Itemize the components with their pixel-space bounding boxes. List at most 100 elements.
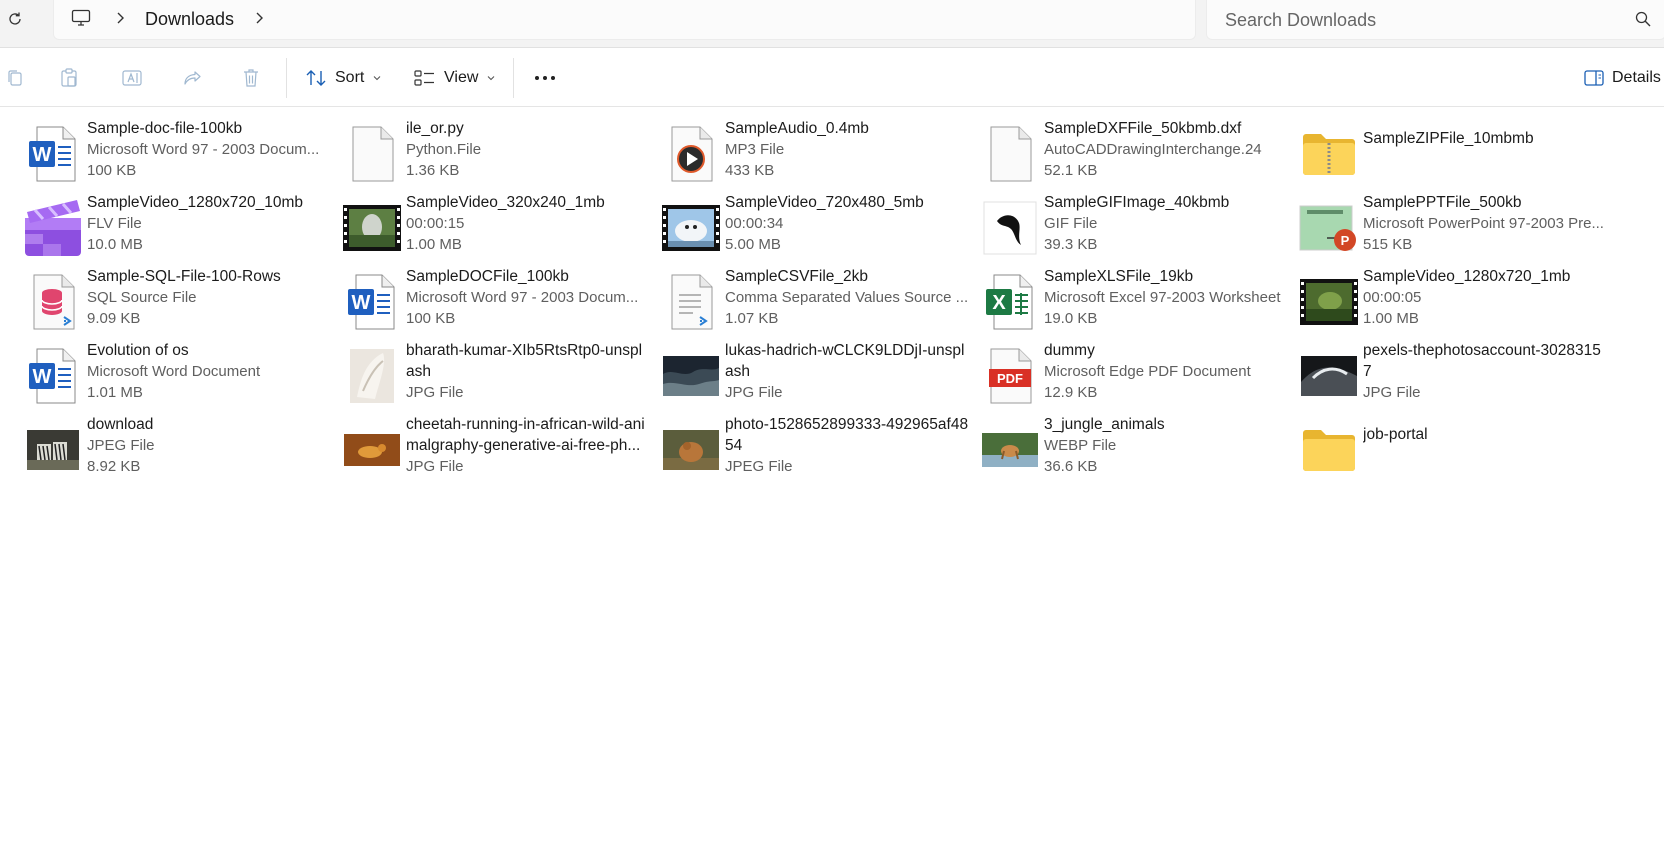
- svg-text:W: W: [33, 144, 52, 166]
- word-doc-icon: W: [21, 122, 85, 186]
- file-item[interactable]: SampleDXFFile_50kbmb.dxf AutoCADDrawingI…: [978, 118, 1296, 190]
- more-options-button[interactable]: [532, 66, 558, 90]
- file-item[interactable]: pexels-thephotosaccount-30283157 JPG Fil…: [1297, 340, 1615, 412]
- file-item[interactable]: W SampleDOCFile_100kb Microsoft Word 97 …: [340, 266, 658, 338]
- file-name: 3_jungle_animals: [1044, 416, 1165, 433]
- folder-name: SampleZIPFile_10mbmb: [1363, 130, 1534, 147]
- share-button[interactable]: [180, 66, 206, 90]
- file-size: 9.09 KB: [87, 310, 141, 327]
- file-item[interactable]: W Evolution of os Microsoft Word Documen…: [21, 340, 339, 412]
- file-item[interactable]: download JPEG File 8.92 KB: [21, 414, 339, 486]
- breadcrumb-downloads[interactable]: Downloads: [145, 9, 234, 30]
- sort-label: Sort: [335, 69, 365, 86]
- file-type: WEBP File: [1044, 437, 1117, 454]
- file-name: download: [87, 416, 154, 433]
- gif-thumbnail-icon: [978, 196, 1042, 260]
- address-bar[interactable]: Downloads: [53, 0, 1196, 40]
- file-item[interactable]: SampleCSVFile_2kb Comma Separated Values…: [659, 266, 977, 338]
- audio-file-icon: [659, 122, 723, 186]
- word-doc-icon: W: [340, 270, 404, 334]
- file-size: 12.9 KB: [1044, 384, 1098, 401]
- file-item[interactable]: SampleVideo_320x240_1mb 00:00:15 1.00 MB: [340, 192, 658, 264]
- toolbar-divider: [513, 58, 514, 98]
- file-type: GIF File: [1044, 215, 1098, 232]
- file-name: SampleVideo_1280x720_10mb: [87, 194, 304, 211]
- file-size: 1.07 KB: [725, 310, 779, 327]
- file-name: SampleDOCFile_100kb: [406, 268, 569, 285]
- file-name: dummy: [1044, 342, 1095, 359]
- chevron-right-icon[interactable]: [115, 11, 125, 30]
- file-type: FLV File: [87, 215, 142, 232]
- refresh-button[interactable]: [4, 8, 26, 30]
- delete-button[interactable]: [238, 66, 264, 90]
- file-name: photo-1528652899333-492965af4854: [725, 416, 969, 454]
- file-item[interactable]: cheetah-running-in-african-wild-animalgr…: [340, 414, 658, 486]
- file-name: SampleDXFFile_50kbmb.dxf: [1044, 120, 1242, 137]
- file-item[interactable]: P SamplePPTFile_500kb Microsoft PowerPoi…: [1297, 192, 1615, 264]
- file-type: Microsoft PowerPoint 97-2003 Pre...: [1363, 215, 1604, 232]
- refresh-icon: [9, 12, 21, 25]
- file-item[interactable]: photo-1528652899333-492965af4854 JPEG Fi…: [659, 414, 977, 486]
- file-item[interactable]: Sample-SQL-File-100-Rows SQL Source File…: [21, 266, 339, 338]
- photo-thumbnail-icon: [978, 418, 1042, 482]
- chevron-down-icon: [373, 76, 381, 81]
- file-item[interactable]: bharath-kumar-XIb5RtsRtp0-unsplash JPG F…: [340, 340, 658, 412]
- search-box[interactable]: [1206, 0, 1664, 40]
- command-bar: Sort View Details: [0, 48, 1664, 107]
- file-size: 1.00 MB: [406, 236, 462, 253]
- video-thumbnail-icon: [340, 196, 404, 260]
- this-pc-icon[interactable]: [71, 9, 91, 32]
- zip-folder-icon: [1297, 122, 1361, 186]
- file-item[interactable]: SampleVideo_1280x720_1mb 00:00:05 1.00 M…: [1297, 266, 1615, 338]
- file-type: Comma Separated Values Source ...: [725, 289, 969, 306]
- file-item[interactable]: SampleGIFImage_40kbmb GIF File 39.3 KB: [978, 192, 1296, 264]
- address-bar-row: Downloads: [0, 0, 1664, 48]
- file-item[interactable]: X SampleXLSFile_19kb Microsoft Excel 97-…: [978, 266, 1296, 338]
- copy-button[interactable]: [2, 66, 28, 90]
- details-pane-button[interactable]: Details: [1584, 64, 1661, 92]
- file-item[interactable]: W Sample-doc-file-100kb Microsoft Word 9…: [21, 118, 339, 190]
- file-type: JPG File: [1363, 384, 1421, 401]
- file-item[interactable]: lukas-hadrich-wCLCK9LDDjI-unsplash JPG F…: [659, 340, 977, 412]
- paste-button[interactable]: [56, 66, 82, 90]
- file-name: bharath-kumar-XIb5RtsRtp0-unsplash: [406, 342, 643, 380]
- file-item[interactable]: SampleVideo_1280x720_10mb FLV File 10.0 …: [21, 192, 339, 264]
- view-icon: [414, 70, 434, 86]
- rename-button[interactable]: [119, 66, 145, 90]
- blank-file-icon: [340, 122, 404, 186]
- folder-item[interactable]: job-portal: [1297, 414, 1615, 486]
- file-item[interactable]: SampleAudio_0.4mb MP3 File 433 KB: [659, 118, 977, 190]
- excel-icon: X: [978, 270, 1042, 334]
- video-thumbnail-icon: [659, 196, 723, 260]
- file-name: Sample-doc-file-100kb: [87, 120, 243, 137]
- file-item[interactable]: ile_or.py Python.File 1.36 KB: [340, 118, 658, 190]
- file-name: SamplePPTFile_500kb: [1363, 194, 1522, 211]
- sort-button[interactable]: Sort: [305, 64, 390, 92]
- search-icon[interactable]: [1635, 11, 1651, 32]
- folder-item[interactable]: SampleZIPFile_10mbmb: [1297, 118, 1615, 190]
- photo-thumbnail-icon: [659, 418, 723, 482]
- file-type: AutoCADDrawingInterchange.24: [1044, 141, 1262, 158]
- file-item[interactable]: SampleVideo_720x480_5mb 00:00:34 5.00 MB: [659, 192, 977, 264]
- file-type: JPG File: [406, 384, 464, 401]
- file-size: 1.01 MB: [87, 384, 143, 401]
- photo-thumbnail-icon: [659, 344, 723, 408]
- file-item[interactable]: PDF dummy Microsoft Edge PDF Document 12…: [978, 340, 1296, 412]
- more-dots-icon: [535, 76, 555, 80]
- file-type: Microsoft Word 97 - 2003 Docum...: [406, 289, 639, 306]
- file-size: 100 KB: [406, 310, 456, 327]
- rename-icon: [122, 70, 142, 86]
- svg-text:W: W: [352, 292, 371, 314]
- chevron-right-icon[interactable]: [254, 11, 264, 30]
- view-button[interactable]: View: [414, 64, 504, 92]
- search-input[interactable]: [1223, 7, 1617, 33]
- file-item[interactable]: 3_jungle_animals WEBP File 36.6 KB: [978, 414, 1296, 486]
- toolbar-divider: [286, 58, 287, 98]
- file-type: Microsoft Word 97 - 2003 Docum...: [87, 141, 320, 158]
- file-size: 10.0 MB: [87, 236, 143, 253]
- chevron-down-icon: [488, 76, 495, 81]
- file-name: SampleVideo_720x480_5mb: [725, 194, 924, 211]
- file-duration: 00:00:15: [406, 215, 465, 232]
- file-duration: 00:00:34: [725, 215, 784, 232]
- folder-name: job-portal: [1363, 426, 1428, 443]
